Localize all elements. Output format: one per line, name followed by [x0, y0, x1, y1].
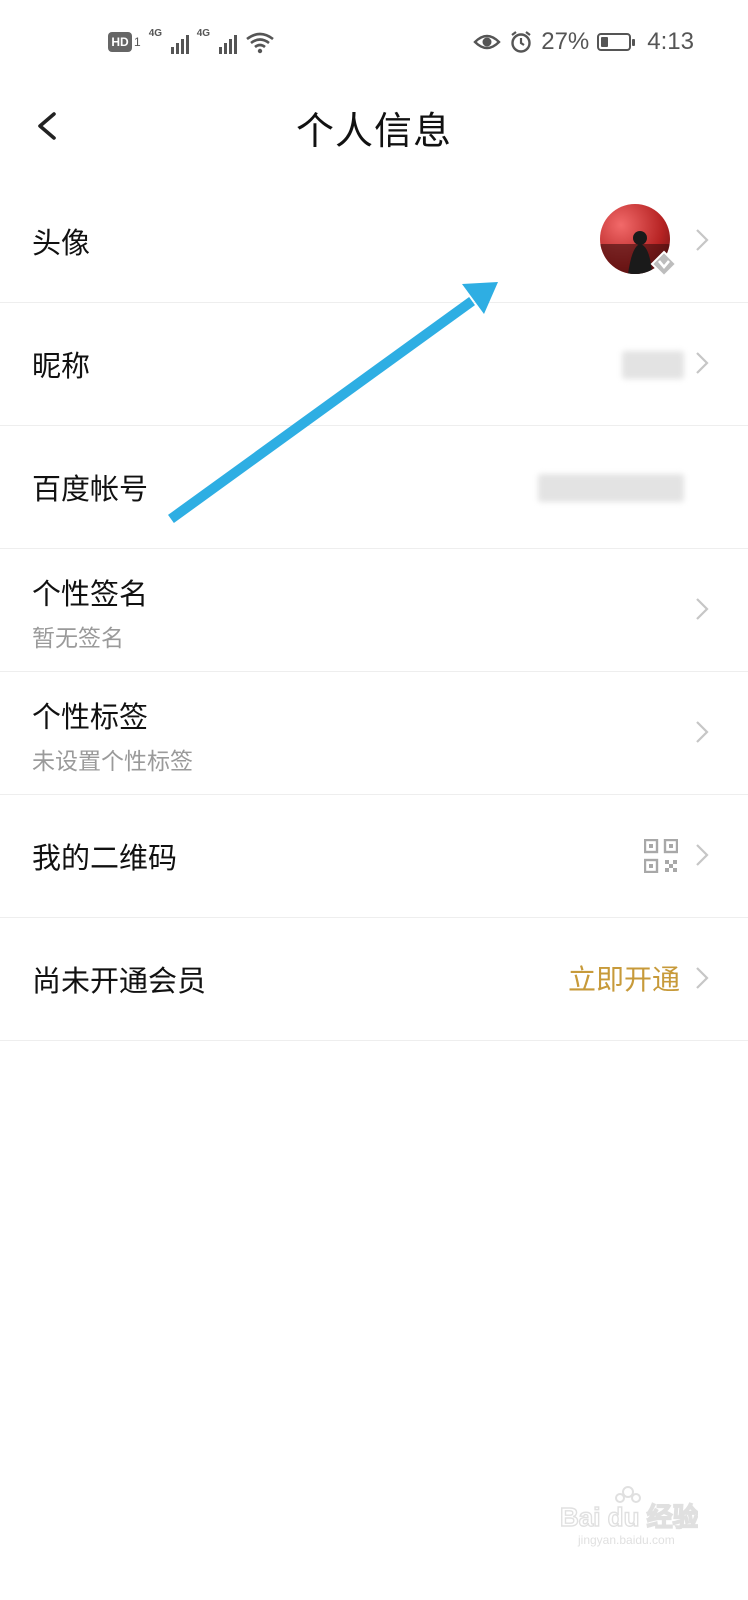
chevron-right-icon	[696, 598, 709, 620]
row-label: 个性标签	[32, 700, 149, 734]
row-label: 个性签名	[32, 577, 149, 611]
header-bar: 个人信息	[0, 84, 748, 174]
chevron-right-icon	[696, 844, 709, 866]
battery-percent: 27%	[541, 28, 590, 55]
chevron-right-icon	[696, 721, 709, 743]
svg-text:jingyan.baidu.com: jingyan.baidu.com	[577, 1533, 675, 1547]
qr-code-icon	[644, 839, 678, 873]
row-tags[interactable]: 个性标签 未设置个性标签	[0, 672, 748, 795]
eye-comfort-icon	[473, 34, 501, 50]
chevron-right-icon	[696, 967, 709, 989]
row-subtext: 暂无签名	[32, 626, 124, 652]
vip-badge-icon	[650, 250, 678, 278]
profile-settings-list: 头像 昵称 百度帐号 个性签名 暂无签名 个性标签 未设置个性标签 我的二维码 …	[0, 180, 748, 1041]
row-nickname[interactable]: 昵称	[0, 303, 748, 426]
row-label: 尚未开通会员	[32, 964, 207, 998]
cellular-signal-icon: 4G	[197, 28, 237, 54]
row-subtext: 未设置个性标签	[32, 749, 193, 775]
row-baidu-account[interactable]: 百度帐号	[0, 426, 748, 549]
alarm-icon	[511, 31, 531, 53]
battery-icon	[597, 33, 636, 51]
row-signature[interactable]: 个性签名 暂无签名	[0, 549, 748, 672]
row-label: 头像	[32, 226, 91, 260]
sim-number: 1	[134, 35, 141, 49]
status-right: 27% 4:13	[473, 28, 694, 56]
row-label: 我的二维码	[32, 841, 178, 875]
row-qr-code[interactable]: 我的二维码	[0, 795, 748, 918]
row-avatar[interactable]: 头像	[0, 180, 748, 303]
hd-icon: HD	[108, 32, 132, 52]
status-bar: HD 1 4G 4G 27% 4:13	[0, 0, 748, 84]
wifi-icon	[245, 32, 274, 54]
baidu-jingyan-watermark: Bai du 经验 jingyan.baidu.com	[558, 1478, 699, 1552]
account-value-redacted	[538, 474, 684, 502]
row-membership[interactable]: 尚未开通会员 立即开通	[0, 918, 748, 1041]
nickname-value-redacted	[622, 351, 684, 379]
chevron-right-icon	[696, 229, 709, 251]
svg-text:Bai du 经验: Bai du 经验	[560, 1502, 698, 1532]
chevron-right-icon	[696, 352, 709, 374]
activate-membership-link[interactable]: 立即开通	[568, 958, 680, 998]
status-left: HD 1 4G 4G	[108, 28, 275, 54]
row-label: 百度帐号	[32, 472, 149, 506]
clock: 4:13	[647, 28, 694, 55]
page-title: 个人信息	[295, 109, 452, 153]
row-label: 昵称	[32, 349, 91, 383]
cellular-signal-icon: 4G	[149, 28, 189, 54]
